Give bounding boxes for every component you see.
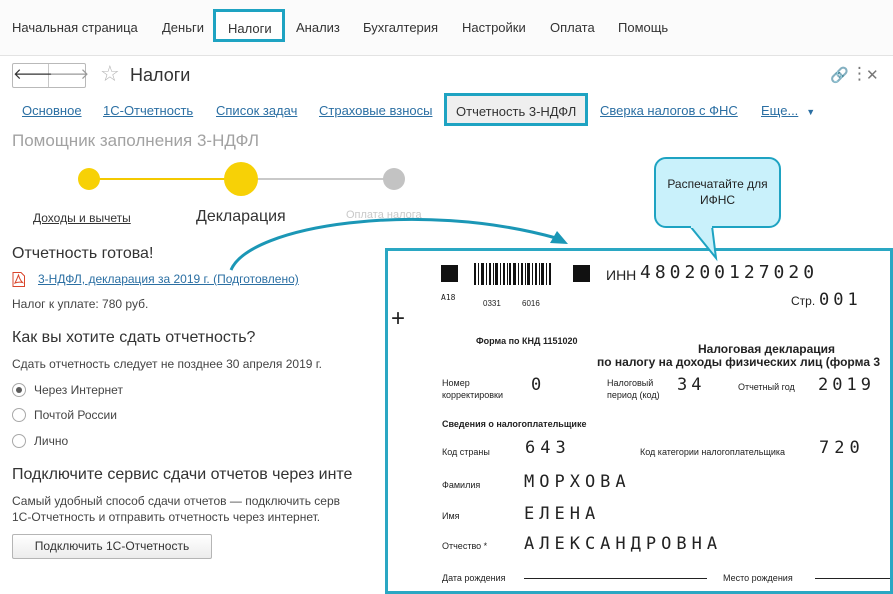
print-callout-text: Распечатайте для ИФНС [654,176,781,208]
callout-tail [687,225,718,262]
callout-tail-join [691,223,712,228]
print-callout-line-1: Распечатайте для [667,177,768,191]
print-callout-line-2: ИФНС [699,193,736,207]
pointer-arrow [229,217,557,271]
annotation-layer [229,217,718,271]
